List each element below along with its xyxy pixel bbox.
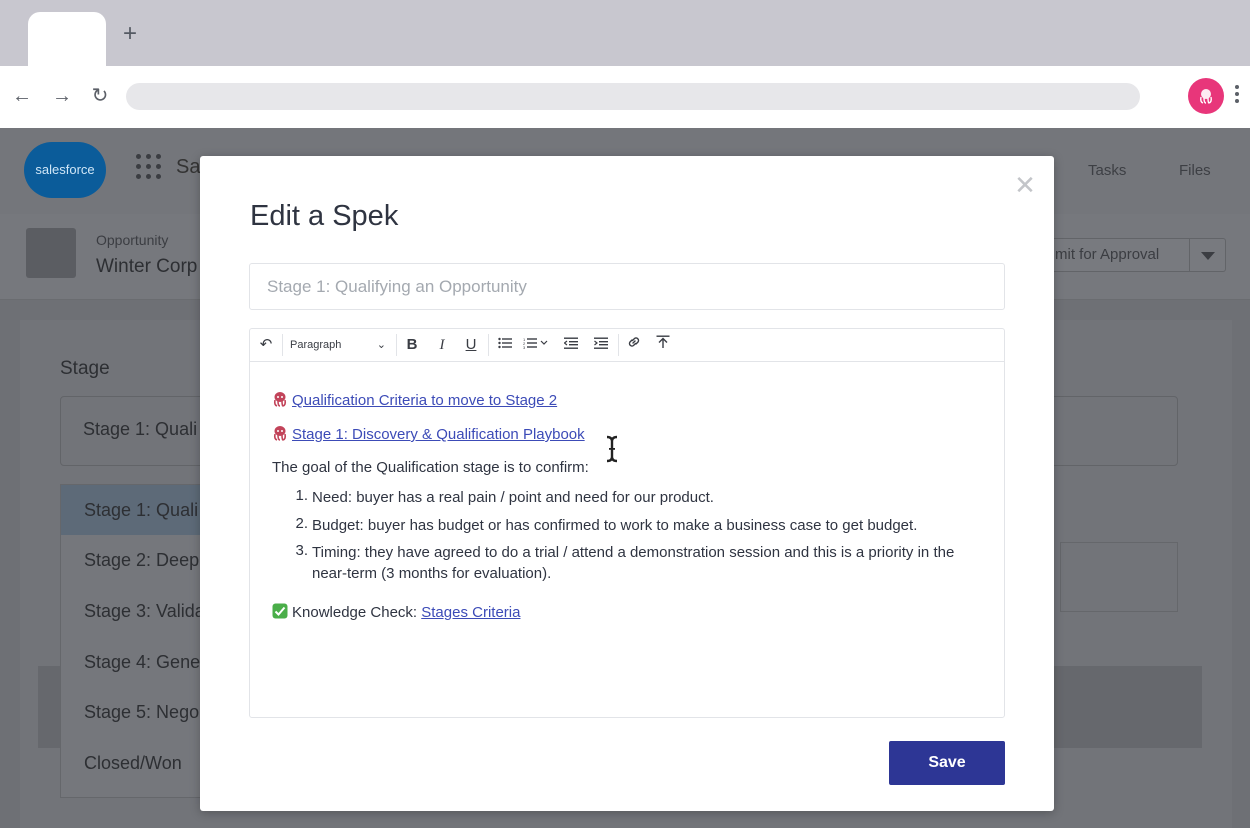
- stage-list: Stage 1: Quali Stage 2: Deep Stage 3: Va…: [60, 484, 211, 798]
- toolbar-divider: [396, 334, 397, 356]
- undo-icon[interactable]: ↶: [256, 334, 276, 356]
- record-name: Winter Corp: [96, 256, 198, 277]
- browser-tab[interactable]: [28, 12, 106, 66]
- list-item: Stage 5: Nego: [84, 702, 200, 722]
- editor-content[interactable]: Qualification Criteria to move to Stage …: [250, 363, 1004, 717]
- plus-icon[interactable]: +: [118, 22, 142, 46]
- record-type: Opportunity: [96, 232, 169, 248]
- crown-icon: [26, 228, 76, 278]
- stage-title: Stage: [60, 358, 110, 379]
- italic-icon[interactable]: I: [434, 334, 450, 356]
- link-icon[interactable]: [625, 334, 643, 356]
- svg-text:3: 3: [523, 345, 526, 349]
- qualification-criteria-link[interactable]: Qualification Criteria to move to Stage …: [292, 392, 557, 409]
- list-item: Stage 4: Gene: [84, 652, 201, 672]
- chevron-down-icon: [1190, 238, 1226, 272]
- stages-criteria-link[interactable]: Stages Criteria: [421, 604, 520, 621]
- list-item-text: Need: buyer has a real pain / point and …: [312, 489, 714, 506]
- app-launcher-icon: [136, 154, 164, 182]
- reload-icon[interactable]: ↻: [88, 84, 112, 108]
- close-icon[interactable]: ✕: [1012, 172, 1038, 198]
- octopus-icon: [273, 426, 287, 441]
- toolbar-divider: [488, 334, 489, 356]
- browser-toolbar: ← → ↻: [0, 66, 1250, 128]
- app-name: Sa: [176, 156, 201, 178]
- modal-title: Edit a Spek: [250, 200, 399, 232]
- editor-toolbar: ↶ Paragraph ⌄ B I U 123: [250, 329, 1004, 362]
- numbered-list-icon[interactable]: 123: [522, 334, 552, 356]
- outdent-icon[interactable]: [562, 334, 580, 356]
- list-item-number: 2.: [295, 515, 308, 532]
- list-item-number: 3.: [295, 542, 308, 559]
- list-item: Stage 2: Deep: [84, 550, 200, 570]
- arrow-right-icon[interactable]: →: [50, 84, 74, 108]
- paragraph-select-label: Paragraph: [290, 339, 342, 351]
- editor-line-link2: Stage 1: Discovery & Qualification Playb…: [272, 425, 585, 443]
- salesforce-logo: salesforce: [24, 142, 106, 198]
- toolbar-divider: [618, 334, 619, 356]
- save-button[interactable]: Save: [889, 741, 1005, 785]
- nav-tasks: Tasks: [1088, 162, 1127, 179]
- address-bar[interactable]: [126, 83, 1140, 110]
- toolbar-divider: [282, 334, 283, 356]
- arrow-left-icon[interactable]: ←: [10, 84, 34, 108]
- indent-icon[interactable]: [592, 334, 610, 356]
- spek-title-input[interactable]: [249, 263, 1005, 310]
- check-box-icon: [272, 603, 288, 619]
- paragraph-select[interactable]: Paragraph ⌄: [290, 334, 386, 356]
- nav-files: Files: [1179, 162, 1211, 179]
- knowledge-check-line: Knowledge Check: Stages Criteria: [272, 603, 520, 621]
- list-item: Stage 3: Valida: [84, 601, 205, 621]
- side-panel: [1060, 542, 1178, 612]
- stage-selected-value: Stage 1: Quali: [83, 419, 198, 439]
- profile-avatar[interactable]: [1188, 78, 1224, 114]
- intro-text: The goal of the Qualification stage is t…: [272, 459, 589, 476]
- underline-icon[interactable]: U: [462, 334, 480, 356]
- knowledge-check-prefix: Knowledge Check:: [292, 604, 422, 621]
- bullet-list-icon[interactable]: [496, 334, 514, 356]
- discovery-playbook-link[interactable]: Stage 1: Discovery & Qualification Playb…: [292, 426, 585, 443]
- edit-spek-modal: ✕ Edit a Spek ↶ Paragraph ⌄ B I U 123: [200, 156, 1054, 811]
- list-item-number: 1.: [295, 487, 308, 504]
- octopus-icon: [1200, 89, 1212, 104]
- list-item-text: Timing: they have agreed to do a trial /…: [312, 544, 955, 582]
- rich-text-editor[interactable]: ↶ Paragraph ⌄ B I U 123 Qualification Cr…: [249, 328, 1005, 718]
- bold-icon[interactable]: B: [404, 334, 420, 356]
- editor-line-link1: Qualification Criteria to move to Stage …: [272, 391, 557, 409]
- list-item: Stage 1: Quali: [61, 485, 211, 535]
- list-item-text: Budget: buyer has budget or has confirme…: [312, 517, 918, 534]
- browser-tab-bar: +: [0, 0, 1250, 66]
- submit-approval-button: mit for Approval: [1032, 238, 1190, 272]
- more-vertical-icon[interactable]: [1232, 82, 1242, 110]
- list-item: Closed/Won: [84, 753, 182, 773]
- text-cursor-icon: [606, 435, 618, 463]
- chevron-down-icon: ⌄: [376, 339, 386, 351]
- octopus-icon: [273, 392, 287, 407]
- upload-icon[interactable]: [654, 334, 672, 356]
